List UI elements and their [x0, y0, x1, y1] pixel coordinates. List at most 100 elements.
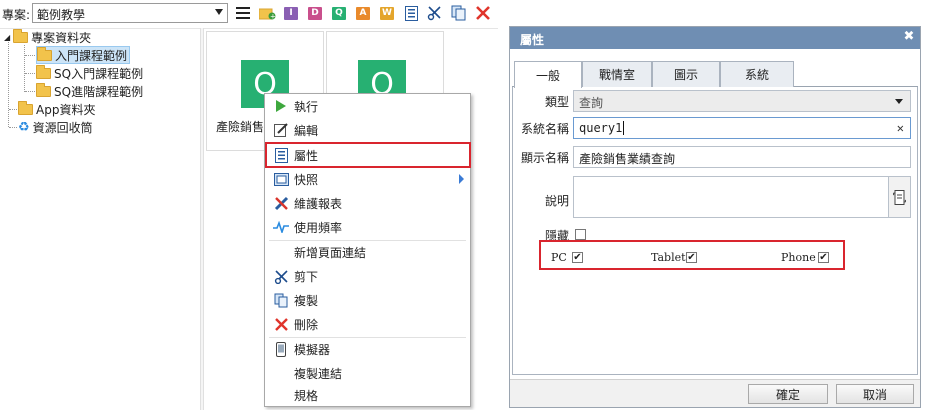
- menu-item-label: 刪除: [294, 317, 319, 332]
- menu-item-label: 模擬器: [294, 342, 331, 357]
- close-icon[interactable]: ✖: [902, 30, 916, 44]
- menu-item-label: 編輯: [294, 123, 319, 138]
- clear-icon[interactable]: ✕: [897, 121, 904, 135]
- menu-item-label: 複製: [294, 293, 319, 308]
- menu-item-label: 規格: [294, 388, 319, 403]
- q-letter: Q: [332, 6, 346, 20]
- w-letter: W: [380, 6, 394, 20]
- pc-checkbox[interactable]: ✔: [572, 252, 583, 263]
- tree-item-label: 專案資料夾: [31, 30, 92, 45]
- folder-icon: [36, 64, 51, 79]
- display-name-input[interactable]: 產險銷售業績查詢: [573, 146, 911, 168]
- copy-icon: [273, 292, 289, 308]
- chevron-down-icon[interactable]: [895, 99, 903, 104]
- scroll-edit-icon[interactable]: [888, 177, 910, 217]
- menu-item-edit[interactable]: 編輯: [265, 119, 470, 141]
- chevron-down-icon[interactable]: [215, 9, 223, 15]
- tab-general[interactable]: 一般: [514, 61, 582, 88]
- type-select[interactable]: 查詢: [573, 90, 911, 112]
- menu-item-snapshot[interactable]: 快照: [265, 168, 470, 190]
- device-label-tablet: Tablet: [651, 251, 686, 264]
- delete-icon[interactable]: [474, 4, 492, 22]
- play-icon: [273, 98, 289, 114]
- hidden-checkbox[interactable]: [575, 229, 586, 240]
- tree-item-recycle-bin[interactable]: ♻ 資源回收筒: [18, 118, 93, 136]
- tab-system[interactable]: 系統: [720, 61, 794, 87]
- description-label: 說明: [544, 194, 569, 208]
- device-label-pc: PC: [551, 251, 567, 264]
- tree-item-sq-intro-course[interactable]: SQ入門課程範例: [36, 64, 143, 82]
- copy-icon[interactable]: [450, 4, 468, 22]
- folder-icon: [36, 82, 51, 97]
- project-select[interactable]: 範例教學: [32, 3, 228, 23]
- tree-item-sq-advanced-course[interactable]: SQ進階課程範例: [36, 82, 143, 100]
- menu-item-delete[interactable]: 刪除: [265, 313, 470, 335]
- system-name-input[interactable]: query1 ✕: [573, 117, 911, 139]
- menu-item-run[interactable]: 執行: [265, 95, 470, 117]
- properties-icon[interactable]: [402, 4, 420, 22]
- menu-item-maintain-report[interactable]: 維護報表: [265, 192, 470, 214]
- properties-highlight-box: [265, 142, 471, 168]
- tree-item-label: App資料夾: [36, 102, 96, 117]
- type-label: 類型: [544, 95, 569, 109]
- display-name-label: 顯示名稱: [520, 151, 569, 165]
- description-textarea[interactable]: [573, 176, 911, 218]
- menu-item-label: 新增頁面連結: [294, 245, 367, 260]
- menu-item-add-page-link[interactable]: 新增頁面連結: [265, 241, 470, 263]
- edit-icon: [273, 122, 289, 138]
- menu-item-cut[interactable]: 剪下: [265, 265, 470, 287]
- menu-item-copy-link[interactable]: 複製連結: [265, 362, 470, 384]
- new-i-icon[interactable]: I: [282, 4, 300, 22]
- dialog-title: 屬性: [510, 27, 920, 49]
- context-menu: 執行 編輯 屬性 快照 維護報表 使用頻率 新增頁面連結 剪下 複製 刪除 模擬…: [264, 93, 471, 407]
- menu-item-usage-frequency[interactable]: 使用頻率: [265, 216, 470, 238]
- new-d-icon[interactable]: D: [306, 4, 324, 22]
- phone-icon: [273, 341, 289, 357]
- d-letter: D: [308, 6, 322, 20]
- toolbar: 專案: 範例教學 + I D Q A W: [0, 0, 498, 27]
- tree-item-intro-course[interactable]: 入門課程範例: [36, 46, 131, 64]
- snapshot-icon: [273, 171, 289, 187]
- menu-item-spec[interactable]: 規格: [265, 384, 470, 406]
- tree-item-label: 資源回收筒: [32, 120, 93, 135]
- tree-item-app-folder[interactable]: App資料夾: [18, 100, 95, 118]
- new-q-icon[interactable]: Q: [330, 4, 348, 22]
- folder-icon: [37, 46, 52, 61]
- a-letter: A: [356, 6, 370, 20]
- device-label-phone: Phone: [781, 251, 816, 264]
- cut-icon: [273, 268, 289, 284]
- project-select-value: 範例教學: [37, 8, 86, 22]
- tile-label: 產險銷售: [216, 120, 265, 134]
- tree-item-project-folder[interactable]: ◢ 專案資料夾: [4, 28, 91, 46]
- display-name-value: 產險銷售業績查詢: [579, 152, 676, 166]
- menu-item-label: 快照: [294, 172, 319, 187]
- folder-icon: [18, 100, 33, 115]
- tab-icon[interactable]: 圖示: [652, 61, 720, 87]
- cut-icon[interactable]: [426, 4, 444, 22]
- tabs-bar: 一般 戰情室 圖示 系統: [512, 57, 918, 88]
- system-name-label: 系統名稱: [520, 122, 569, 136]
- tree-item-label: SQ進階課程範例: [54, 84, 144, 99]
- ok-button[interactable]: 確定: [748, 384, 828, 404]
- recycle-icon: ♻: [18, 119, 30, 135]
- menu-item-label: 維護報表: [294, 196, 343, 211]
- new-folder-icon[interactable]: +: [258, 4, 276, 22]
- menu-item-copy[interactable]: 複製: [265, 289, 470, 311]
- tablet-checkbox[interactable]: ✔: [686, 252, 697, 263]
- menu-item-label: 執行: [294, 99, 319, 114]
- new-a-icon[interactable]: A: [354, 4, 372, 22]
- general-form: 類型 查詢 系統名稱 query1 ✕ 顯示名稱 產險銷售業績查詢 說明 隱藏: [512, 87, 918, 375]
- new-w-icon[interactable]: W: [378, 4, 396, 22]
- dialog-footer: 確定 取消: [510, 379, 920, 407]
- menu-icon[interactable]: [234, 4, 252, 22]
- tab-dashboard[interactable]: 戰情室: [582, 61, 652, 87]
- menu-item-simulator[interactable]: 模擬器: [265, 338, 470, 360]
- cancel-button[interactable]: 取消: [836, 384, 914, 404]
- menu-item-label: 剪下: [294, 269, 319, 284]
- collapse-arrow-icon[interactable]: ◢: [4, 33, 10, 42]
- properties-dialog: 屬性 ✖ 一般 戰情室 圖示 系統 類型 查詢 系統名稱 query1 ✕ 顯示…: [509, 26, 921, 408]
- pulse-icon: [273, 219, 289, 235]
- phone-checkbox[interactable]: ✔: [818, 252, 829, 263]
- tree-item-label: 入門課程範例: [55, 48, 128, 63]
- menu-item-label: 複製連結: [294, 366, 343, 381]
